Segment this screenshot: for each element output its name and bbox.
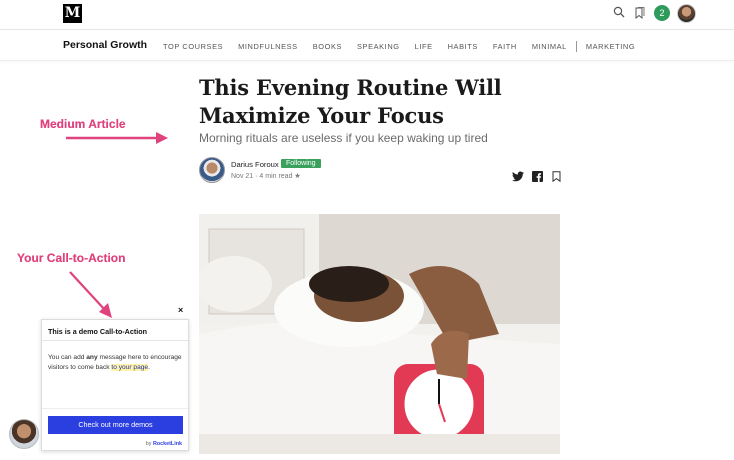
top-bar: M 2	[0, 0, 734, 30]
following-button[interactable]: Following	[281, 159, 321, 168]
annotation-call-to-action: Your Call-to-Action	[17, 251, 126, 265]
article-subtitle: Morning rituals are useless if you keep …	[199, 131, 488, 145]
publication-nav: Personal Growth TOP COURSES MINDFULNESS …	[0, 31, 734, 61]
nav-item-top-courses[interactable]: TOP COURSES	[163, 42, 223, 51]
notification-badge[interactable]: 2	[654, 5, 670, 21]
nav-item-mindfulness[interactable]: MINDFULNESS	[238, 42, 298, 51]
twitter-icon[interactable]	[512, 171, 524, 182]
call-to-action-popup: This is a demo Call-to-Action You can ad…	[41, 319, 189, 451]
nav-item-books[interactable]: BOOKS	[313, 42, 342, 51]
cta-avatar[interactable]	[9, 419, 39, 449]
cta-divider-bottom	[42, 408, 188, 409]
facebook-icon[interactable]	[532, 171, 543, 182]
cta-title: This is a demo Call-to-Action	[48, 327, 148, 336]
user-avatar[interactable]	[677, 4, 696, 23]
nav-divider	[575, 41, 577, 52]
nav-items: TOP COURSES MINDFULNESS BOOKS SPEAKING L…	[163, 41, 650, 52]
article-meta: Nov 21 · 4 min read ★	[231, 173, 301, 180]
bookmarks-icon[interactable]	[634, 7, 645, 19]
publication-name[interactable]: Personal Growth	[63, 39, 147, 51]
nav-item-marketing[interactable]: MARKETING	[586, 42, 635, 51]
nav-item-speaking[interactable]: SPEAKING	[357, 42, 400, 51]
rocketlink-brand: RocketLink	[152, 441, 182, 447]
medium-logo[interactable]: M	[63, 4, 82, 23]
nav-item-faith[interactable]: FAITH	[493, 42, 517, 51]
search-icon[interactable]	[613, 6, 625, 18]
arrow-head-article	[156, 132, 168, 144]
cta-divider	[42, 340, 188, 341]
nav-item-minimal[interactable]: MINIMAL	[532, 42, 567, 51]
annotation-medium-article: Medium Article	[40, 117, 126, 131]
article-title: This Evening Routine Will Maximize Your …	[199, 75, 502, 128]
cta-message: You can add any message here to encourag…	[48, 354, 182, 371]
arrow-head-cta	[99, 303, 112, 318]
nav-item-life[interactable]: LIFE	[415, 42, 433, 51]
author-avatar[interactable]	[199, 157, 225, 183]
close-icon[interactable]: ×	[178, 305, 183, 315]
arrow-to-cta	[69, 271, 106, 311]
nav-item-habits[interactable]: HABITS	[448, 42, 478, 51]
hero-image	[199, 214, 560, 454]
bookmark-icon[interactable]	[552, 171, 561, 182]
hero-photo-illustration	[199, 214, 560, 454]
cta-bold-word: any	[86, 354, 98, 361]
cta-highlight: to your page	[111, 364, 149, 371]
author-name[interactable]: Darius Foroux	[231, 160, 279, 169]
check-out-demos-button[interactable]: Check out more demos	[48, 416, 183, 434]
powered-by[interactable]: by RocketLink	[146, 441, 182, 447]
